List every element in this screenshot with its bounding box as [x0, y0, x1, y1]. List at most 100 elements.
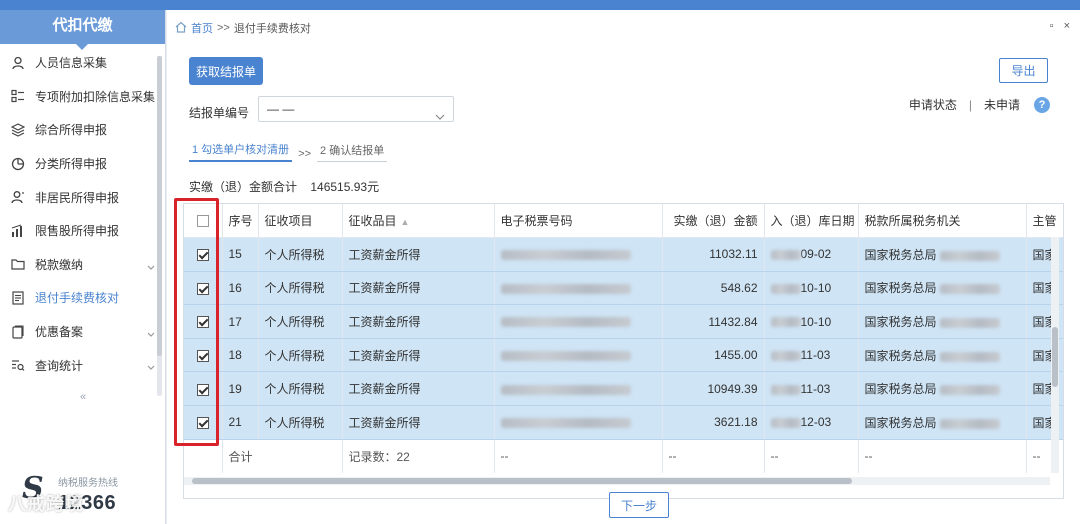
- table-row[interactable]: 21 个人所得税 工资薪金所得 3621.18 12-03 国家税务总局 国家: [184, 405, 1063, 440]
- status-divider: |: [968, 97, 972, 112]
- redacted-text: [939, 351, 1000, 362]
- fetch-settlement-button[interactable]: 获取结报单: [189, 57, 263, 85]
- list-icon: [10, 88, 26, 104]
- column-header[interactable]: 电子税票号码: [494, 204, 663, 239]
- cell-category: 工资薪金所得: [342, 271, 495, 306]
- sidebar-item-tax-payment[interactable]: 税款缴纳: [0, 248, 165, 282]
- table-row[interactable]: 16 个人所得税 工资薪金所得 548.62 10-10 国家税务总局 国家: [184, 271, 1063, 306]
- window-controls: ▫ ×: [1050, 20, 1070, 32]
- cell-item: 个人所得税: [258, 405, 343, 440]
- sidebar-item-refund-fee-check[interactable]: 退付手续费核对: [0, 281, 165, 315]
- chevron-down-icon[interactable]: [147, 360, 155, 374]
- app-top-bar: [0, 0, 1080, 10]
- row-select-cell: [184, 237, 223, 272]
- sidebar-item-special-deduction[interactable]: 专项附加扣除信息采集: [0, 80, 165, 114]
- redacted-text: [770, 384, 801, 395]
- office-text: 国家税务总局: [864, 348, 937, 363]
- redacted-text: [500, 384, 631, 395]
- row-checkbox[interactable]: [196, 350, 209, 362]
- cell-item: 个人所得税: [258, 271, 343, 306]
- sidebar-item-label: 分类所得申报: [35, 157, 108, 172]
- table-row[interactable]: 15 个人所得税 工资薪金所得 11032.11 09-02 国家税务总局 国家: [184, 237, 1063, 272]
- select-all-checkbox[interactable]: [196, 215, 209, 228]
- row-checkbox[interactable]: [196, 316, 209, 329]
- tab-step-2[interactable]: 2 确认结报单: [317, 142, 388, 162]
- tab-step-1[interactable]: 1 勾选单户核对清册: [189, 141, 293, 162]
- chevron-down-icon[interactable]: [147, 260, 155, 274]
- redacted-text: [500, 250, 631, 261]
- breadcrumb-home[interactable]: 首页: [191, 20, 213, 36]
- cell-amount: 1455.00: [662, 338, 765, 373]
- summary-dash: --: [764, 439, 859, 473]
- sidebar-scrollbar[interactable]: [157, 56, 162, 396]
- table-row[interactable]: 18 个人所得税 工资薪金所得 1455.00 11-03 国家税务总局 国家: [184, 338, 1063, 373]
- table-vertical-scrollbar[interactable]: [1051, 237, 1059, 473]
- person-icon: [10, 55, 26, 71]
- cell-date: 12-03: [764, 405, 859, 440]
- cell-seq: 16: [222, 271, 259, 306]
- cell-item: 个人所得税: [258, 371, 343, 407]
- sidebar-item-comprehensive-income[interactable]: 综合所得申报: [0, 113, 165, 147]
- sidebar-item-nonresident-income[interactable]: 非居民所得申报: [0, 180, 165, 214]
- cell-item: 个人所得税: [258, 338, 343, 373]
- close-icon[interactable]: ×: [1064, 20, 1070, 32]
- row-checkbox[interactable]: [196, 249, 209, 262]
- sidebar-item-classified-income[interactable]: 分类所得申报: [0, 147, 165, 181]
- row-select-cell: [184, 371, 223, 407]
- document-icon: [10, 324, 26, 340]
- cell-seq: 15: [222, 237, 259, 272]
- layers-icon: [10, 122, 26, 138]
- summary-count: 记录数：22: [342, 439, 495, 473]
- application-status: 申请状态 | 未申请 ?: [909, 96, 1050, 113]
- table-row[interactable]: 19 个人所得税 工资薪金所得 10949.39 11-03 国家税务总局 国家: [184, 371, 1063, 407]
- sort-icon[interactable]: ▲: [401, 217, 410, 227]
- sidebar-item-personnel-info[interactable]: 人员信息采集: [0, 46, 165, 80]
- pie-chart-icon: [10, 156, 26, 172]
- sidebar-collapse-button[interactable]: «: [60, 390, 106, 404]
- cell-amount: 11032.11: [662, 237, 765, 272]
- column-header[interactable]: 税款所属税务机关: [858, 204, 1027, 239]
- redacted-text: [770, 250, 801, 261]
- sidebar-item-restricted-shares[interactable]: 限售股所得申报: [0, 214, 165, 248]
- person-outline-icon: [10, 189, 26, 205]
- column-header[interactable]: 征收品目 ▲: [342, 204, 495, 239]
- settlement-number-select[interactable]: — —: [258, 96, 454, 122]
- table-horizontal-scrollbar[interactable]: [184, 477, 1050, 485]
- amount-total: 实缴（退）金额合计 146515.93元: [189, 178, 379, 195]
- help-icon[interactable]: ?: [1034, 96, 1050, 113]
- scrollbar-thumb[interactable]: [1052, 327, 1058, 387]
- amount-total-label: 实缴（退）金额合计: [189, 180, 298, 194]
- cell-seq: 17: [222, 304, 259, 339]
- column-header[interactable]: 序号: [222, 204, 259, 239]
- summary-dash: --: [858, 439, 1027, 473]
- redacted-text: [939, 317, 1000, 328]
- redacted-text: [770, 418, 801, 429]
- next-step-button[interactable]: 下一步: [609, 492, 669, 518]
- column-header[interactable]: 征收项目: [258, 204, 343, 239]
- summary-dash: --: [494, 439, 663, 473]
- home-icon[interactable]: [175, 21, 187, 36]
- redacted-text: [500, 283, 631, 294]
- sidebar-item-preferential-filing[interactable]: 优惠备案: [0, 315, 165, 349]
- chevron-down-icon[interactable]: [147, 327, 155, 341]
- cell-category: 工资薪金所得: [342, 304, 495, 339]
- table-row[interactable]: 17 个人所得税 工资薪金所得 11432.84 10-10 国家税务总局 国家: [184, 304, 1063, 339]
- scrollbar-thumb[interactable]: [192, 478, 852, 484]
- export-button[interactable]: 导出: [999, 58, 1048, 83]
- column-header[interactable]: 实缴（退）金额: [662, 204, 765, 239]
- redacted-text: [500, 351, 631, 361]
- row-checkbox[interactable]: [196, 282, 209, 295]
- step-separator: >>: [298, 148, 312, 160]
- restore-icon[interactable]: ▫: [1050, 20, 1054, 32]
- row-checkbox[interactable]: [196, 383, 209, 396]
- row-checkbox[interactable]: [196, 417, 209, 430]
- office-text: 国家税务总局: [864, 382, 937, 397]
- table-summary-row: 合计 记录数：22 -- -- -- -- --: [184, 439, 1063, 473]
- column-header[interactable]: 主管: [1026, 204, 1063, 239]
- sidebar-scrollbar-thumb[interactable]: [157, 56, 162, 356]
- summary-label: 合计: [222, 439, 343, 473]
- cell-ticket-redacted: [494, 338, 663, 373]
- sidebar-item-query-stats[interactable]: 查询统计: [0, 348, 165, 382]
- column-header[interactable]: 入（退）库日期: [764, 204, 859, 239]
- redacted-text: [939, 284, 1000, 295]
